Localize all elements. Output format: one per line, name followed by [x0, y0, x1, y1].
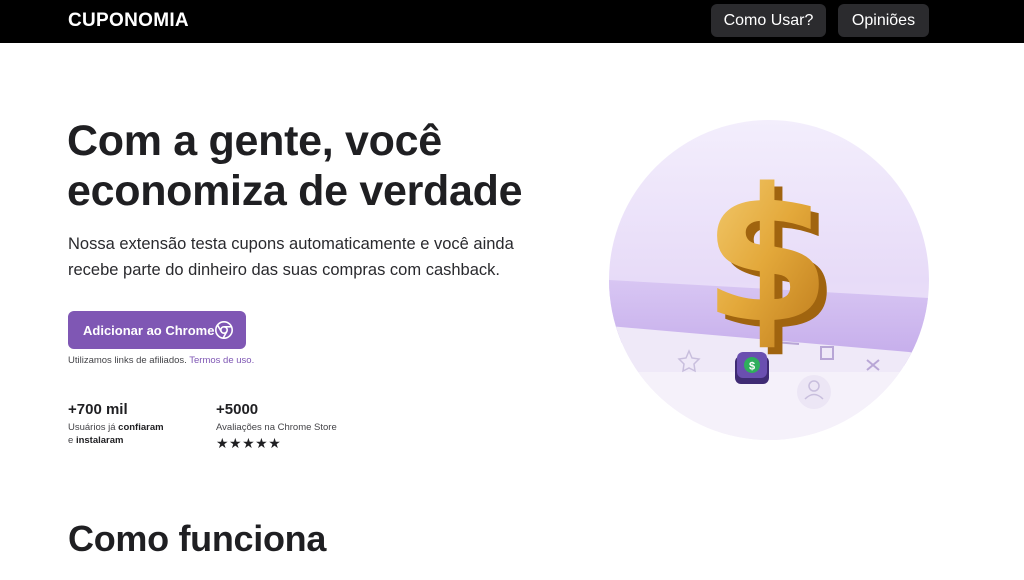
how-it-works-title: Como funciona — [68, 518, 327, 559]
affiliate-text: Utilizamos links de afiliados. — [68, 355, 187, 366]
nav-button-opinioes[interactable]: Opiniões — [838, 4, 929, 37]
reviews-label: Avaliações na Chrome Store — [216, 422, 337, 433]
hero-title: Com a gente, você economiza de verdade — [67, 117, 523, 215]
chrome-icon — [215, 321, 233, 339]
hero-subtitle: Nossa extensão testa cupons automaticame… — [68, 235, 514, 279]
affiliate-disclaimer: Utilizamos links de afiliados. Termos de… — [68, 355, 254, 366]
cuponomia-logo[interactable]: CUPONOMIA — [68, 10, 189, 32]
hero-illustration: $ $ $ — [609, 120, 929, 440]
nav-button-como-usar[interactable]: Como Usar? — [711, 4, 826, 37]
users-count: +700 mil — [68, 401, 128, 418]
terms-of-use-link[interactable]: Termos de uso. — [189, 355, 254, 366]
users-label: Usuários já confiaram e instalaram — [68, 422, 164, 446]
top-navigation-bar: CUPONOMIA Como Usar? Opiniões — [0, 0, 1024, 43]
add-to-chrome-label: Adicionar ao Chrome — [83, 322, 215, 338]
star-rating: ★★★★★ — [216, 435, 282, 451]
add-to-chrome-button[interactable]: Adicionar ao Chrome — [68, 311, 246, 349]
dollar-sign-icon: $ — [703, 148, 832, 364]
reviews-count: +5000 — [216, 401, 259, 418]
